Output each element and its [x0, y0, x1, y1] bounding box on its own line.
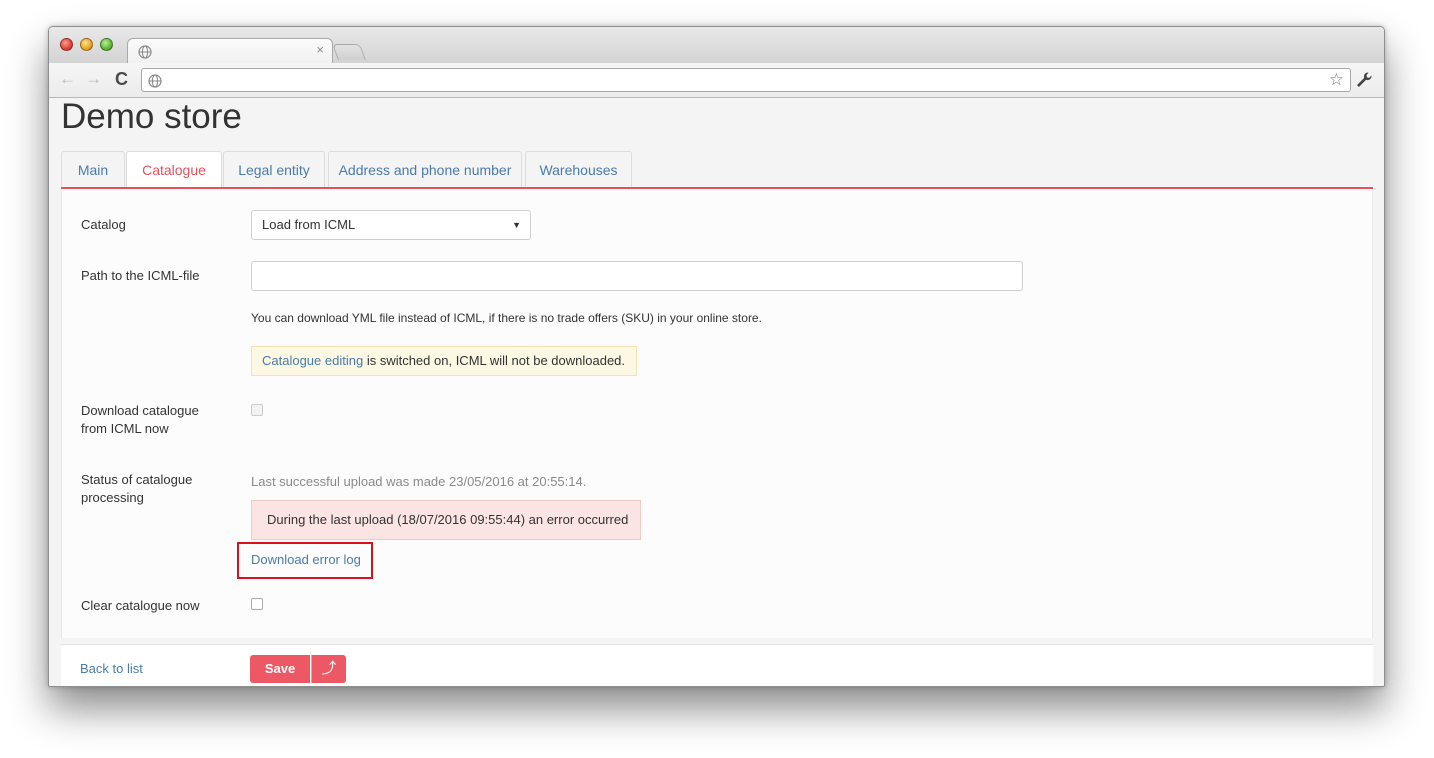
icml-path-input[interactable] — [251, 261, 1023, 291]
download-now-checkbox[interactable] — [251, 404, 263, 416]
bookmark-star-icon[interactable]: ☆ — [1329, 70, 1344, 90]
download-now-label: Download catalogue from ICML now — [81, 402, 199, 438]
catalog-label: Catalog — [81, 217, 126, 232]
address-bar[interactable]: ☆ — [141, 68, 1351, 92]
browser-toolbar: ← → C ☆ — [49, 63, 1384, 98]
status-label-line1: Status of catalogue — [81, 472, 193, 487]
upload-error-alert: During the last upload (18/07/2016 09:55… — [251, 500, 641, 540]
catalogue-form: Catalog Load from ICML ▼ Path to the ICM… — [61, 189, 1373, 638]
catalog-select[interactable]: Load from ICML ▼ — [251, 210, 531, 240]
back-to-list-link[interactable]: Back to list — [80, 661, 143, 676]
globe-icon — [138, 45, 152, 64]
title-bar: × — [49, 27, 1384, 64]
save-and-exit-icon[interactable]: ⤴ — [311, 655, 346, 683]
catalogue-editing-warning: Catalogue editing is switched on, ICML w… — [251, 346, 637, 376]
form-footer: Back to list Save ⤴ — [61, 644, 1373, 686]
download-now-label-line2: from ICML now — [81, 421, 169, 436]
status-label: Status of catalogue processing — [81, 471, 192, 507]
caret-down-icon: ▼ — [512, 220, 521, 230]
forward-arrow-icon[interactable]: → — [85, 69, 102, 89]
tab-main[interactable]: Main — [61, 151, 125, 189]
tab-legal-entity[interactable]: Legal entity — [223, 151, 325, 189]
clear-catalogue-label: Clear catalogue now — [81, 598, 200, 613]
tab-address-phone[interactable]: Address and phone number — [328, 151, 522, 189]
icml-path-label: Path to the ICML-file — [81, 268, 200, 283]
minimize-window-button[interactable] — [80, 38, 93, 51]
close-window-button[interactable] — [60, 38, 73, 51]
download-now-label-line1: Download catalogue — [81, 403, 199, 418]
browser-tab[interactable]: × — [127, 38, 333, 64]
browser-window: × ← → C ☆ Demo store Main Catalogue Lega… — [48, 26, 1385, 687]
save-button[interactable]: Save — [250, 655, 310, 683]
page-content: Demo store Main Catalogue Legal entity A… — [49, 97, 1384, 686]
reload-icon[interactable]: C — [115, 69, 128, 89]
zoom-window-button[interactable] — [100, 38, 113, 51]
tab-warehouses[interactable]: Warehouses — [525, 151, 632, 189]
new-tab-button[interactable] — [332, 44, 366, 60]
warning-text: is switched on, ICML will not be downloa… — [363, 353, 626, 368]
last-upload-status: Last successful upload was made 23/05/20… — [251, 474, 587, 489]
catalog-select-value: Load from ICML — [262, 217, 356, 232]
page-title: Demo store — [61, 97, 242, 136]
clear-catalogue-checkbox[interactable] — [251, 598, 263, 610]
back-arrow-icon[interactable]: ← — [59, 69, 76, 89]
status-label-line2: processing — [81, 490, 144, 505]
wrench-icon[interactable] — [1354, 70, 1374, 90]
yml-hint: You can download YML file instead of ICM… — [251, 311, 762, 325]
catalogue-editing-link[interactable]: Catalogue editing — [262, 353, 363, 368]
tab-catalogue[interactable]: Catalogue — [126, 151, 222, 189]
tab-close-icon[interactable]: × — [316, 42, 324, 57]
download-error-log-link[interactable]: Download error log — [251, 552, 361, 567]
globe-icon — [148, 74, 162, 93]
